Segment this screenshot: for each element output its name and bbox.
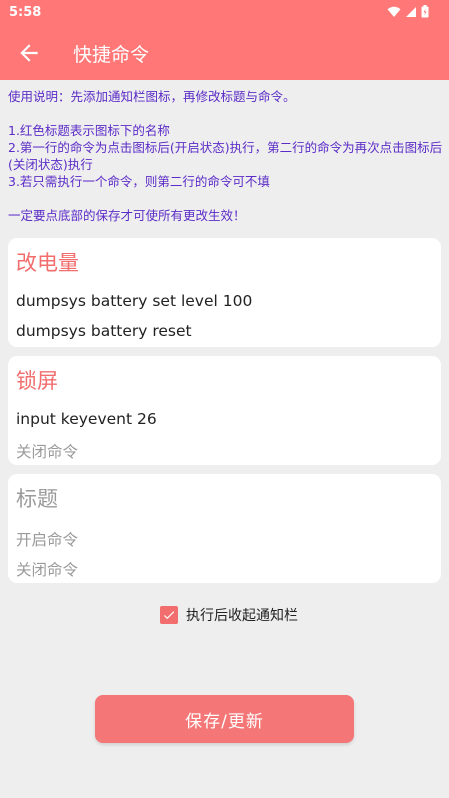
card-title-input[interactable]: 标题 <box>16 483 58 513</box>
card-title-input[interactable]: 改电量 <box>16 247 79 277</box>
status-icons <box>387 5 429 18</box>
app-bar: 快捷命令 <box>0 26 449 80</box>
card-title-input[interactable]: 锁屏 <box>16 365 58 395</box>
on-command-input[interactable]: dumpsys battery set level 100 <box>16 292 252 310</box>
collapse-checkbox-label: 执行后收起通知栏 <box>186 608 298 624</box>
check-icon <box>163 611 175 620</box>
instructions: 使用说明：先添加通知栏图标，再修改标题与命令。 1.红色标题表示图标下的名称 2… <box>8 88 444 224</box>
wifi-icon <box>387 6 401 17</box>
off-command-input[interactable]: dumpsys battery reset <box>16 322 192 340</box>
signal-icon <box>406 6 416 17</box>
instruction-rule: 2.第一行的命令为点击图标后(开启状态)执行，第二行的命令为再次点击图标后(关闭… <box>8 140 443 172</box>
battery-icon <box>421 5 429 18</box>
on-command-input[interactable]: input keyevent 26 <box>16 410 157 428</box>
instructions-intro: 使用说明：先添加通知栏图标，再修改标题与命令。 <box>8 89 296 104</box>
instruction-rule: 3.若只需执行一个命令，则第二行的命令可不填 <box>8 174 270 189</box>
command-card-2: 锁屏 input keyevent 26 关闭命令 <box>8 356 441 465</box>
collapse-checkbox[interactable] <box>160 606 178 624</box>
collapse-notification-option[interactable]: 执行后收起通知栏 <box>160 605 298 625</box>
command-card-3: 标题 开启命令 关闭命令 <box>8 474 441 583</box>
instruction-rule: 1.红色标题表示图标下的名称 <box>8 123 170 138</box>
arrow-left-icon[interactable] <box>16 40 42 66</box>
command-card-1: 改电量 dumpsys battery set level 100 dumpsy… <box>8 238 441 347</box>
on-command-input[interactable]: 开启命令 <box>16 528 78 550</box>
status-bar: 5:58 <box>0 0 449 26</box>
save-button[interactable]: 保存/更新 <box>95 695 354 743</box>
off-command-input[interactable]: 关闭命令 <box>16 440 78 462</box>
instructions-warning: 一定要点底部的保存才可使所有更改生效！ <box>8 208 246 223</box>
status-time: 5:58 <box>9 5 42 20</box>
off-command-input[interactable]: 关闭命令 <box>16 558 78 580</box>
page-title: 快捷命令 <box>73 44 150 66</box>
